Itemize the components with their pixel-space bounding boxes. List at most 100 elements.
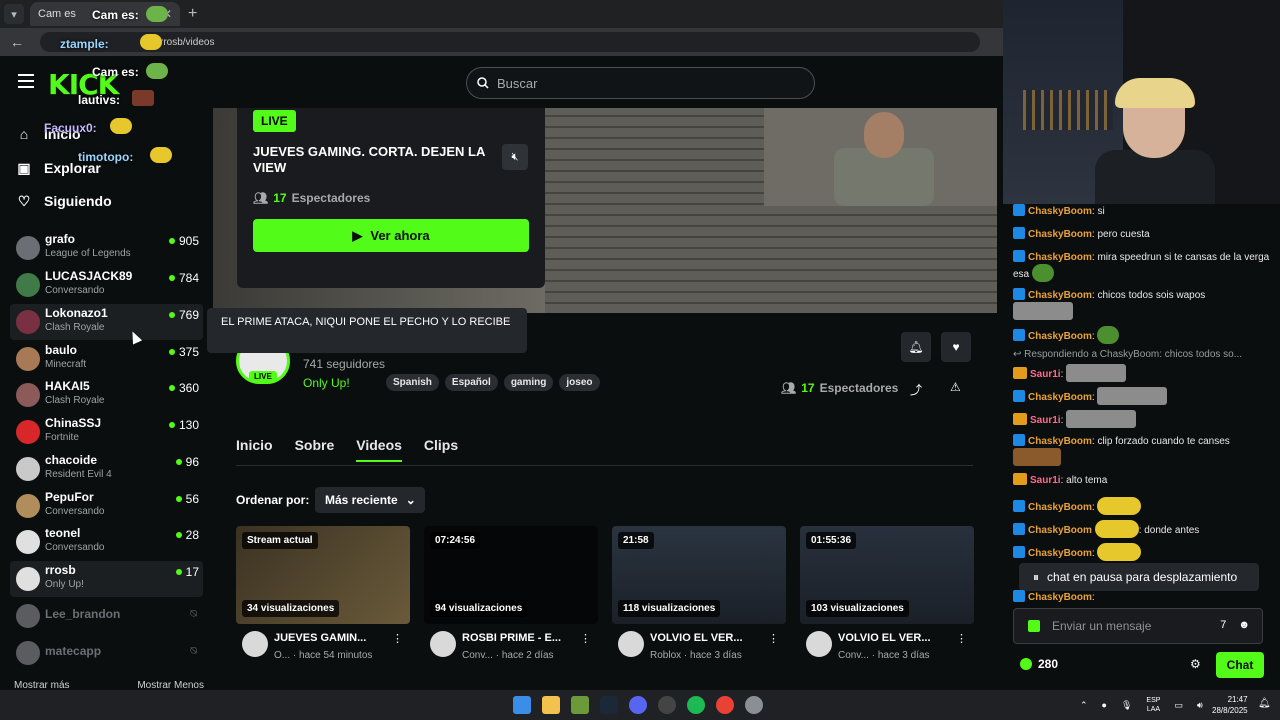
sidebar-item-baulo[interactable]: baulo Minecraft 375 xyxy=(10,341,203,377)
tab-clips[interactable]: Clips xyxy=(424,437,458,462)
sidebar-item-lucasjack89[interactable]: LUCASJACK89 Conversando 784 xyxy=(10,267,203,303)
sidebar-item-chinassj[interactable]: ChinaSSJ Fortnite 130 xyxy=(10,414,203,450)
video-title[interactable]: VOLVIO EL VER... xyxy=(838,632,958,644)
obs-icon[interactable] xyxy=(658,696,676,714)
url-field[interactable]: rrosb/videos xyxy=(40,32,980,52)
chat-send-button[interactable]: Chat xyxy=(1216,652,1264,678)
chat-username[interactable]: ChaskyBoom xyxy=(1028,392,1092,403)
chevron-up-icon[interactable]: ⌃ xyxy=(1080,700,1088,711)
settings-icon[interactable] xyxy=(745,696,763,714)
video-thumbnail[interactable]: 01:55:36 103 visualizaciones xyxy=(800,526,974,624)
video-thumbnail[interactable]: 07:24:56 94 visualizaciones xyxy=(424,526,598,624)
nav-following[interactable]: ♡ Siguiendo xyxy=(16,193,112,210)
sidebar-item-chacoide[interactable]: chacoide Resident Evil 4 96 xyxy=(10,451,203,487)
video-category[interactable]: O... xyxy=(274,650,290,661)
tag[interactable]: gaming xyxy=(503,374,554,391)
chat-username[interactable]: ChaskyBoom xyxy=(1028,252,1092,263)
video-card[interactable]: 07:24:56 94 visualizaciones ROSBI PRIME … xyxy=(424,526,598,666)
chat-username[interactable]: ChaskyBoom xyxy=(1028,592,1092,602)
channel-points[interactable]: 280 xyxy=(1020,657,1058,671)
app-icon[interactable] xyxy=(571,696,589,714)
avatar[interactable] xyxy=(806,631,832,657)
spotify-icon[interactable] xyxy=(687,696,705,714)
chat-username[interactable]: Saur1i xyxy=(1030,475,1061,486)
chat-username[interactable]: ChaskyBoom xyxy=(1028,502,1092,513)
menu-icon[interactable] xyxy=(18,74,34,88)
more-options-icon[interactable]: ⋮ xyxy=(768,632,779,645)
avatar[interactable] xyxy=(430,631,456,657)
video-player[interactable]: LIVE JUEVES GAMING. CORTA. DEJEN LA VIEW… xyxy=(213,108,997,313)
new-tab-icon[interactable]: + xyxy=(188,5,197,23)
language-indicator[interactable]: ESP LAA xyxy=(1146,696,1160,714)
tab-videos[interactable]: Videos xyxy=(356,437,402,462)
sidebar-item-rrosb[interactable]: rrosb Only Up! 17 xyxy=(10,561,203,597)
sidebar-item-teonel[interactable]: teonel Conversando 28 xyxy=(10,524,203,560)
chat-username[interactable]: Saur1i xyxy=(1030,415,1061,426)
sidebar-item-grafo[interactable]: grafo League of Legends 905 xyxy=(10,230,203,266)
video-category[interactable]: Conv... xyxy=(462,650,493,661)
chrome-icon[interactable] xyxy=(716,696,734,714)
tab-list-button[interactable]: ▾ xyxy=(4,4,24,24)
share-icon[interactable]: ⤴ xyxy=(910,381,922,398)
follow-button[interactable]: ♥ xyxy=(941,332,971,362)
chat-username[interactable]: Saur1i xyxy=(1030,369,1061,380)
avatar[interactable] xyxy=(618,631,644,657)
gift-icon[interactable] xyxy=(1028,620,1040,632)
chat-message-input[interactable]: Enviar un mensaje 7 ☻ xyxy=(1013,608,1263,644)
tag[interactable]: joseo xyxy=(559,374,600,391)
more-options-icon[interactable]: ⋮ xyxy=(956,632,967,645)
back-arrow-icon[interactable]: ← xyxy=(10,34,24,50)
sidebar-item-matecapp[interactable]: matecapp ⍉ xyxy=(10,635,203,671)
sort-dropdown[interactable]: Más reciente ⌄ xyxy=(315,487,425,513)
chat-paused-bar[interactable]: ⏸︎ chat en pausa para desplazamiento xyxy=(1019,563,1259,591)
emote-picker-icon[interactable]: 7 xyxy=(1220,619,1226,631)
live-viewers: 👥︎ 17 Espectadores xyxy=(253,191,370,205)
discord-icon[interactable] xyxy=(629,696,647,714)
chat-username[interactable]: ChaskyBoom xyxy=(1028,436,1092,447)
volume-icon[interactable]: 🔊︎ xyxy=(1197,700,1203,711)
more-options-icon[interactable]: ⋮ xyxy=(580,632,591,645)
tab-sobre[interactable]: Sobre xyxy=(295,437,335,462)
clock[interactable]: 21:47 28/8/2025 xyxy=(1212,694,1248,716)
smiley-icon[interactable]: ☻ xyxy=(1238,619,1250,631)
chat-username[interactable]: ChaskyBoom xyxy=(1028,525,1092,536)
tab-inicio[interactable]: Inicio xyxy=(236,437,273,462)
sidebar-item-lee-brandon[interactable]: Lee_brandon ⍉ xyxy=(10,598,203,634)
report-icon[interactable]: ⚠ xyxy=(950,380,961,394)
network-icon[interactable]: ▭ xyxy=(1174,700,1183,711)
video-thumbnail[interactable]: Stream actual 34 visualizaciones xyxy=(236,526,410,624)
avatar[interactable] xyxy=(242,631,268,657)
notification-button[interactable]: 🔔︎ xyxy=(901,332,931,362)
channel-category-link[interactable]: Only Up! xyxy=(303,376,350,390)
chat-username[interactable]: ChaskyBoom xyxy=(1028,290,1092,301)
video-category[interactable]: Conv... xyxy=(838,650,869,661)
video-card[interactable]: 01:55:36 103 visualizaciones VOLVIO EL V… xyxy=(800,526,974,666)
file-explorer-icon[interactable] xyxy=(542,696,560,714)
video-title[interactable]: VOLVIO EL VER... xyxy=(650,632,770,644)
search-input[interactable]: Buscar xyxy=(466,67,815,99)
video-thumbnail[interactable]: 21:58 118 visualizaciones xyxy=(612,526,786,624)
gear-icon[interactable]: ⚙ xyxy=(1190,657,1201,671)
video-category[interactable]: Roblox xyxy=(650,650,681,661)
video-card[interactable]: Stream actual 34 visualizaciones JUEVES … xyxy=(236,526,410,666)
steam-icon[interactable] xyxy=(600,696,618,714)
sidebar-item-pepufor[interactable]: PepuFor Conversando 56 xyxy=(10,488,203,524)
video-title[interactable]: JUEVES GAMIN... xyxy=(274,632,394,644)
watch-now-button[interactable]: ▶ Ver ahora xyxy=(253,219,529,252)
video-card[interactable]: 21:58 118 visualizaciones VOLVIO EL VER.… xyxy=(612,526,786,666)
chat-username[interactable]: ChaskyBoom xyxy=(1028,229,1092,240)
sidebar-item-lokonazo1[interactable]: Lokonazo1 Clash Royale 769 xyxy=(10,304,203,340)
tray-app-icon[interactable]: ● xyxy=(1102,700,1107,710)
chat-username[interactable]: ChaskyBoom xyxy=(1028,206,1092,217)
start-icon[interactable] xyxy=(513,696,531,714)
mute-button[interactable]: 🔇︎ xyxy=(502,144,528,170)
microphone-icon[interactable]: 🎙︎ xyxy=(1121,700,1132,711)
more-options-icon[interactable]: ⋮ xyxy=(392,632,403,645)
chat-username[interactable]: ChaskyBoom xyxy=(1028,548,1092,559)
tag[interactable]: Español xyxy=(444,374,498,391)
sidebar-item-hakai5[interactable]: HAKAI5 Clash Royale 360 xyxy=(10,377,203,413)
video-title[interactable]: ROSBI PRIME - E... xyxy=(462,632,582,644)
notification-icon[interactable]: 🔔︎ xyxy=(1258,698,1271,709)
tag[interactable]: Spanish xyxy=(386,374,439,391)
chat-username[interactable]: ChaskyBoom xyxy=(1028,331,1092,342)
